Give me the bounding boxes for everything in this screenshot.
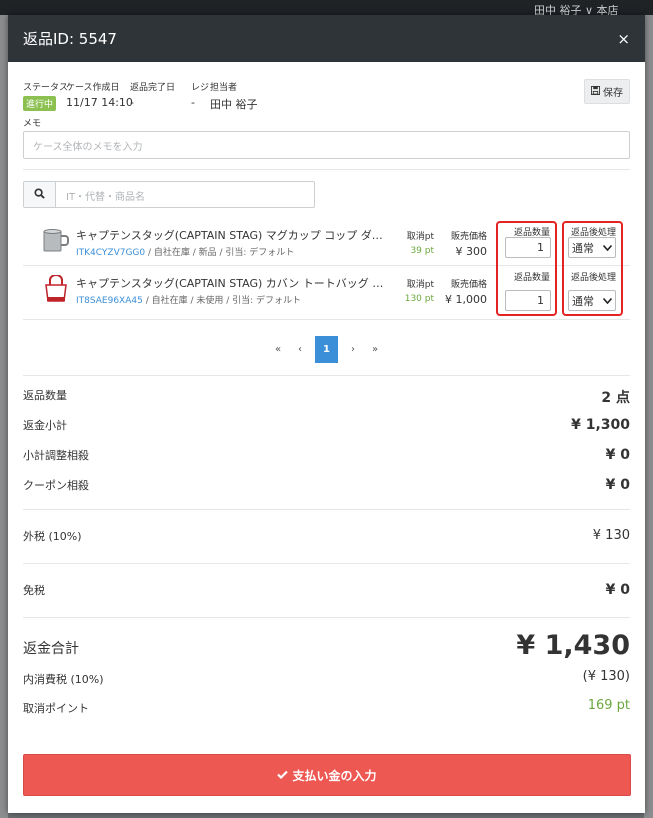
item-name: キャプテンスタッグ(CAPTAIN STAG) マグカップ コップ ダブルステン… bbox=[76, 229, 392, 242]
page-next[interactable]: › bbox=[342, 344, 364, 355]
case-meta: ステータス 進行中 ケース作成日 11/17 14:10 返品完了日 - レジ … bbox=[23, 62, 630, 114]
created-date-value: 11/17 14:10 bbox=[66, 96, 133, 109]
item-search: IT・代替・商品名 bbox=[23, 181, 315, 208]
subtotal-value: ¥ 1,300 bbox=[571, 417, 630, 433]
cancel-points-label: 取消ポイント bbox=[23, 702, 89, 715]
item-code-link[interactable]: ITK4CYZV7GG0 bbox=[76, 248, 145, 258]
price-value: ¥ 1,000 bbox=[445, 293, 487, 306]
chevron-down-icon bbox=[602, 241, 613, 254]
cancel-pt-label: 取消pt bbox=[406, 232, 434, 242]
ext-tax-label: 外税 (10%) bbox=[23, 530, 82, 543]
register-label: レジ bbox=[191, 83, 210, 93]
completed-date-label: 返品完了日 bbox=[130, 83, 176, 93]
close-icon[interactable]: × bbox=[617, 30, 630, 48]
list-item: キャプテンスタッグ(CAPTAIN STAG) カバン トートバッグ レッド M… bbox=[23, 266, 630, 320]
created-date-label: ケース作成日 bbox=[66, 83, 120, 93]
page-last[interactable]: » bbox=[364, 344, 386, 355]
tax-free-label: 免税 bbox=[23, 584, 45, 597]
process-select[interactable]: 通常 bbox=[568, 237, 616, 258]
item-detail: / 自社在庫 / 新品 / 引当: デフォルト bbox=[145, 248, 295, 258]
summary: 返品数量 2 点 返金小計 ¥ 1,300 小計調整相殺 ¥ 0 クーポン相殺 … bbox=[23, 387, 630, 724]
app-topbar: 田中 裕子 ∨ 本店 bbox=[0, 0, 653, 17]
page-current[interactable]: 1 bbox=[315, 336, 338, 363]
item-name: キャプテンスタッグ(CAPTAIN STAG) カバン トートバッグ レッド M… bbox=[76, 277, 392, 290]
return-qty-label: 返品数量 bbox=[23, 389, 67, 402]
background-left bbox=[0, 15, 8, 818]
adjustment-label: 小計調整相殺 bbox=[23, 449, 89, 462]
cancel-pt-value: 39 pt bbox=[410, 246, 434, 256]
search-button[interactable] bbox=[24, 182, 56, 207]
staff-value: 田中 裕子 bbox=[210, 98, 258, 111]
memo-textarea[interactable]: ケース全体のメモを入力 bbox=[23, 131, 630, 159]
staff-label: 担当者 bbox=[210, 83, 238, 93]
memo-label: メモ bbox=[23, 119, 42, 129]
price-label: 販売価格 bbox=[450, 280, 487, 290]
ext-tax-value: ¥ 130 bbox=[592, 528, 630, 543]
save-button[interactable]: 保存 bbox=[584, 79, 630, 104]
list-item: キャプテンスタッグ(CAPTAIN STAG) マグカップ コップ ダブルステン… bbox=[23, 218, 630, 316]
status-badge: 進行中 bbox=[23, 96, 57, 111]
save-icon bbox=[591, 85, 600, 98]
cancel-pt-label: 取消pt bbox=[406, 280, 434, 290]
check-icon bbox=[277, 768, 289, 782]
coupon-value: ¥ 0 bbox=[605, 477, 630, 493]
page-first[interactable]: « bbox=[267, 344, 289, 355]
qty-input[interactable]: 1 bbox=[505, 237, 551, 258]
search-icon bbox=[34, 187, 45, 202]
search-input[interactable]: IT・代替・商品名 bbox=[56, 182, 314, 207]
inc-tax-value: (¥ 130) bbox=[582, 669, 630, 684]
payment-input-label: 支払い金の入力 bbox=[292, 768, 377, 783]
process-select-value: 通常 bbox=[572, 241, 594, 255]
divider bbox=[23, 375, 630, 376]
item-list: キャプテンスタッグ(CAPTAIN STAG) マグカップ コップ ダブルステン… bbox=[23, 218, 630, 320]
completed-date-value: - bbox=[130, 96, 134, 109]
save-label: 保存 bbox=[603, 88, 623, 99]
refund-total-label: 返金合計 bbox=[23, 641, 79, 657]
refund-total-value: ¥ 1,430 bbox=[516, 630, 630, 661]
register-value: - bbox=[191, 96, 195, 109]
price-value: ¥ 300 bbox=[455, 245, 488, 258]
coupon-label: クーポン相殺 bbox=[23, 479, 89, 492]
price-label: 販売価格 bbox=[450, 232, 487, 242]
tote-bag-thumbnail bbox=[39, 275, 73, 303]
subtotal-label: 返金小計 bbox=[23, 419, 67, 432]
cancel-pt-value: 130 pt bbox=[404, 294, 434, 304]
status-label: ステータス bbox=[23, 83, 69, 93]
divider bbox=[23, 169, 630, 170]
return-qty-value: 2 点 bbox=[601, 390, 630, 406]
mug-thumbnail bbox=[39, 227, 73, 255]
inc-tax-label: 内消費税 (10%) bbox=[23, 673, 104, 686]
tax-free-value: ¥ 0 bbox=[605, 582, 630, 598]
page-prev[interactable]: ‹ bbox=[289, 344, 311, 355]
cancel-points-value: 169 pt bbox=[587, 698, 630, 713]
pagination: « ‹ 1 › » bbox=[23, 336, 630, 363]
payment-input-button[interactable]: 支払い金の入力 bbox=[23, 754, 631, 796]
adjustment-value: ¥ 0 bbox=[605, 447, 630, 463]
return-modal: 返品ID: 5547 × ステータス 進行中 ケース作成日 11/17 14:1… bbox=[8, 15, 645, 813]
item-detail: / 自社在庫 / 未使用 / 引当: デフォルト bbox=[142, 296, 301, 306]
modal-title: 返品ID: 5547 bbox=[23, 30, 117, 48]
background-right bbox=[644, 15, 653, 818]
item-code-link[interactable]: IT8SAE96XA45 bbox=[76, 296, 143, 306]
modal-header: 返品ID: 5547 × bbox=[8, 15, 645, 62]
